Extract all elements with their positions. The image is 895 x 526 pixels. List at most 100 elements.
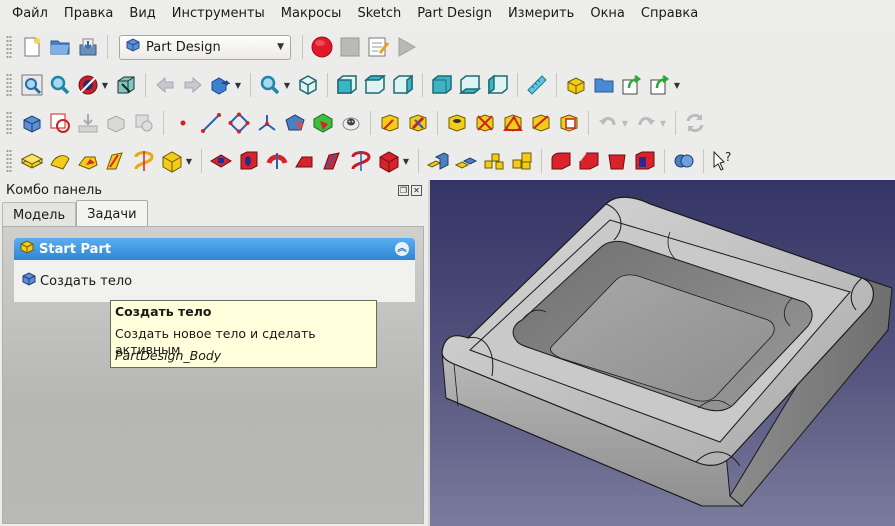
chevron-down-icon[interactable]: ▼ bbox=[282, 81, 292, 90]
float-panel-icon[interactable]: ❐ bbox=[398, 184, 409, 196]
chevron-down-icon[interactable]: ▼ bbox=[672, 81, 682, 90]
view-top-icon[interactable] bbox=[363, 73, 387, 97]
menu-item-1[interactable]: Правка bbox=[56, 0, 121, 28]
clone-sheep-icon[interactable] bbox=[339, 111, 363, 135]
draft-icon[interactable] bbox=[605, 149, 629, 173]
menu-item-6[interactable]: Part Design bbox=[409, 0, 500, 28]
macro-edit-icon[interactable] bbox=[366, 35, 390, 59]
hole-feature-icon[interactable] bbox=[445, 111, 469, 135]
toolbar-grip[interactable] bbox=[6, 149, 12, 173]
combo-panel-tabs: Модель Задачи bbox=[2, 200, 148, 227]
fit-selection-icon[interactable] bbox=[48, 73, 72, 97]
fillet-icon[interactable] bbox=[549, 149, 573, 173]
svg-text:?: ? bbox=[725, 150, 731, 164]
draw-style-icon[interactable] bbox=[76, 73, 100, 97]
new-document-icon[interactable] bbox=[20, 35, 44, 59]
taskbox-header[interactable]: Start Part ︽ bbox=[14, 238, 415, 260]
open-folder-icon[interactable] bbox=[48, 35, 72, 59]
create-link-icon[interactable] bbox=[620, 73, 644, 97]
measure-distance-icon[interactable] bbox=[525, 73, 549, 97]
chevron-down-icon[interactable]: ▼ bbox=[401, 157, 411, 166]
bounding-box-icon[interactable] bbox=[114, 73, 138, 97]
sketch-clone-icon[interactable] bbox=[473, 111, 497, 135]
tooltip-title: Создать тело bbox=[115, 304, 212, 319]
create-group-icon[interactable] bbox=[592, 73, 616, 97]
chevron-down-icon[interactable]: ▼ bbox=[233, 81, 243, 90]
subshape-binder-icon[interactable] bbox=[283, 111, 307, 135]
sketch-reorient-icon[interactable] bbox=[501, 111, 525, 135]
toolbar-grip[interactable] bbox=[6, 73, 12, 97]
menu-item-5[interactable]: Sketch bbox=[349, 0, 409, 28]
menu-item-9[interactable]: Справка bbox=[633, 0, 706, 28]
datum-point-icon[interactable] bbox=[171, 111, 195, 135]
local-coordinate-system-icon[interactable] bbox=[255, 111, 279, 135]
hole-icon[interactable] bbox=[237, 149, 261, 173]
pad-sketch-icon[interactable] bbox=[378, 111, 402, 135]
additive-loft-icon[interactable] bbox=[76, 149, 100, 173]
menu-item-2[interactable]: Вид bbox=[121, 0, 163, 28]
tab-model[interactable]: Модель bbox=[2, 202, 77, 227]
datum-line-icon[interactable] bbox=[199, 111, 223, 135]
view-isometric-icon[interactable] bbox=[296, 73, 320, 97]
menu-item-8[interactable]: Окна bbox=[582, 0, 633, 28]
3d-viewport[interactable] bbox=[430, 180, 895, 526]
boolean-icon[interactable] bbox=[672, 149, 696, 173]
toolbar-grip[interactable] bbox=[6, 35, 12, 59]
sketch-merge-icon[interactable] bbox=[529, 111, 553, 135]
view-left-icon[interactable] bbox=[486, 73, 510, 97]
taskbox-title: Start Part bbox=[39, 241, 112, 257]
nav-back-icon bbox=[153, 73, 177, 97]
additive-helix-icon[interactable] bbox=[132, 149, 156, 173]
pad-icon[interactable] bbox=[20, 149, 44, 173]
view-front-icon[interactable] bbox=[335, 73, 359, 97]
create-body-icon[interactable] bbox=[20, 111, 44, 135]
menu-item-7[interactable]: Измерить bbox=[500, 0, 582, 28]
polar-pattern-icon[interactable] bbox=[482, 149, 506, 173]
create-body-action[interactable]: Создать тело bbox=[22, 272, 132, 290]
menu-item-0[interactable]: Файл bbox=[4, 0, 56, 28]
revolution-icon[interactable] bbox=[48, 149, 72, 173]
additive-primitive-icon[interactable] bbox=[160, 149, 184, 173]
shapebinder-green-icon[interactable] bbox=[311, 111, 335, 135]
workbench-selector[interactable]: Part Design ▼ bbox=[119, 34, 291, 60]
multi-transform-icon[interactable] bbox=[510, 149, 534, 173]
send-to-python-icon[interactable] bbox=[209, 73, 233, 97]
sketch-map-icon[interactable] bbox=[557, 111, 581, 135]
link-actions-icon[interactable] bbox=[648, 73, 672, 97]
additive-pipe-icon[interactable] bbox=[104, 149, 128, 173]
subtractive-loft-icon[interactable] bbox=[293, 149, 317, 173]
menu-item-4[interactable]: Макросы bbox=[273, 0, 350, 28]
create-part-icon[interactable] bbox=[564, 73, 588, 97]
close-panel-icon[interactable]: ✕ bbox=[411, 184, 422, 196]
save-icon[interactable] bbox=[76, 35, 100, 59]
create-sketch-icon[interactable] bbox=[48, 111, 72, 135]
tab-tasks[interactable]: Задачи bbox=[76, 200, 148, 227]
fit-all-icon[interactable] bbox=[20, 73, 44, 97]
mirrored-icon[interactable] bbox=[426, 149, 450, 173]
linear-pattern-icon[interactable] bbox=[454, 149, 478, 173]
groove-icon[interactable] bbox=[265, 149, 289, 173]
body-icon bbox=[22, 272, 36, 290]
view-bottom-icon[interactable] bbox=[458, 73, 482, 97]
pocket-icon[interactable] bbox=[209, 149, 233, 173]
macro-record-icon[interactable] bbox=[310, 35, 334, 59]
thickness-icon[interactable] bbox=[633, 149, 657, 173]
datum-plane-icon[interactable] bbox=[227, 111, 251, 135]
chamfer-icon[interactable] bbox=[577, 149, 601, 173]
pocket-sketch-icon[interactable] bbox=[406, 111, 430, 135]
chevron-down-icon[interactable]: ▼ bbox=[100, 81, 110, 90]
chevron-down-icon[interactable]: ▼ bbox=[184, 157, 194, 166]
subtractive-primitive-icon[interactable] bbox=[377, 149, 401, 173]
subtractive-pipe-icon[interactable] bbox=[321, 149, 345, 173]
subtractive-helix-icon[interactable] bbox=[349, 149, 373, 173]
zoom-icon[interactable] bbox=[258, 73, 282, 97]
view-rear-icon[interactable] bbox=[430, 73, 454, 97]
view-right-icon[interactable] bbox=[391, 73, 415, 97]
toolbar-grip[interactable] bbox=[6, 111, 12, 135]
menu-item-3[interactable]: Инструменты bbox=[164, 0, 273, 28]
3d-model bbox=[441, 196, 893, 507]
toolbar-partdesign-features: ▼ ▼ ? bbox=[0, 142, 895, 180]
whats-this-icon[interactable]: ? bbox=[711, 149, 735, 173]
macro-stop-icon bbox=[338, 35, 362, 59]
chevron-up-icon[interactable]: ︽ bbox=[395, 242, 409, 256]
